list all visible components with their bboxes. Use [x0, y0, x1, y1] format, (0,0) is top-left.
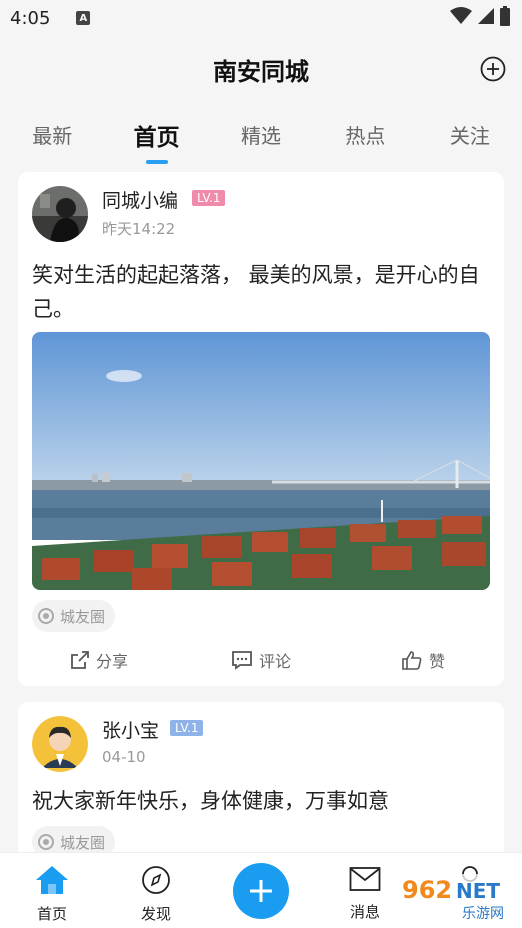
post-text[interactable]: 祝大家新年快乐，身体健康，万事如意 [32, 784, 492, 818]
tab-following[interactable]: 关注 [418, 110, 522, 166]
avatar[interactable] [32, 186, 88, 242]
level-badge: LV.1 [192, 190, 226, 206]
post-text[interactable]: 笑对生活的起起落落， 最美的风景，是开心的自己。 [32, 258, 492, 326]
post-time: 昨天14:22 [102, 220, 176, 238]
circle-tag[interactable]: 城友圈 [32, 600, 116, 632]
level-badge: LV.1 [170, 720, 204, 736]
comment-button[interactable]: 评论 [180, 646, 342, 674]
tab-home[interactable]: 首页 [104, 110, 208, 166]
watermark-brand: 962 [402, 876, 452, 904]
status-time: 4:05 [10, 7, 51, 29]
tab-featured[interactable]: 精选 [209, 110, 313, 166]
tab-hot[interactable]: 热点 [313, 110, 417, 166]
app-header: 南安同城 [0, 36, 522, 100]
post-author[interactable]: 同城小编 [102, 186, 178, 213]
notification-icon: A [76, 11, 91, 25]
compass-icon [142, 866, 170, 894]
post-author[interactable]: 张小宝 [102, 716, 159, 743]
like-button[interactable]: 赞 [342, 646, 504, 674]
thumbs-up-icon [402, 651, 422, 670]
post-actions: 分享 评论 赞 [18, 646, 504, 674]
status-icons [450, 6, 510, 26]
post-card[interactable]: 同城小编 LV.1 昨天14:22 笑对生活的起起落落， 最美的风景，是开心的自… [18, 172, 504, 686]
circle-tag-icon [38, 608, 54, 624]
post-image[interactable] [32, 332, 490, 590]
nav-messages[interactable]: 消息 [335, 865, 395, 922]
tab-bar: 最新 首页 精选 热点 关注 [0, 110, 522, 166]
circle-tag-label: 城友圈 [60, 607, 106, 626]
status-bar: 4:05 A [0, 0, 522, 36]
mail-icon [349, 867, 381, 891]
plus-icon [250, 880, 272, 902]
watermark-suffix: NET [456, 879, 500, 903]
page-title: 南安同城 [213, 58, 309, 86]
battery-icon [500, 6, 510, 26]
circle-tag-icon [38, 834, 54, 850]
home-icon [36, 866, 68, 894]
nav-home[interactable]: 首页 [22, 865, 82, 924]
circle-tag-label: 城友圈 [60, 833, 106, 852]
share-button[interactable]: 分享 [18, 646, 180, 674]
wifi-icon [450, 7, 472, 24]
cellular-icon [478, 8, 494, 24]
watermark-sub: 乐游网 [462, 906, 504, 922]
watermark-logo: 962 NET 乐游网 [396, 872, 516, 922]
add-circle-icon[interactable] [480, 56, 506, 82]
post-time: 04-10 [102, 748, 146, 766]
comment-icon [232, 651, 252, 670]
share-icon [71, 651, 89, 669]
nav-discover[interactable]: 发现 [126, 865, 186, 924]
avatar[interactable] [32, 716, 88, 772]
tab-active-indicator [145, 160, 168, 164]
create-post-button[interactable] [233, 863, 289, 919]
tab-latest[interactable]: 最新 [0, 110, 104, 166]
